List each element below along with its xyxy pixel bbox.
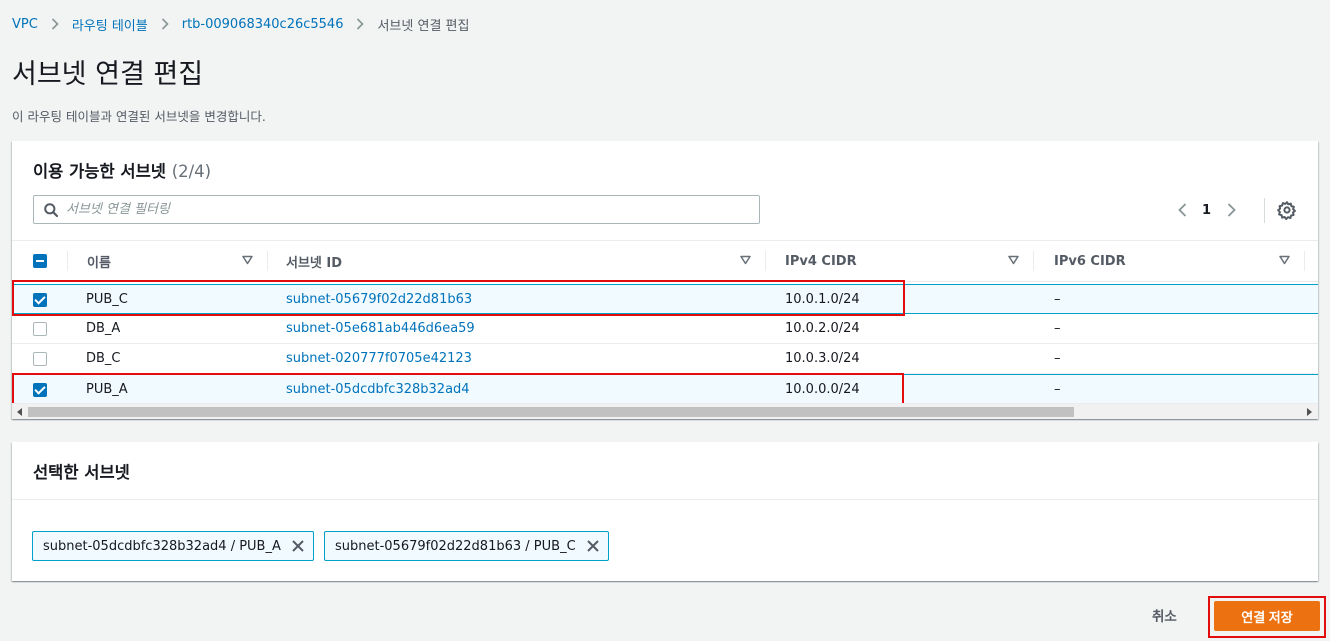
column-header-subnet-id[interactable]: 서브넷 ID [268, 241, 765, 281]
remove-token-button[interactable] [291, 539, 305, 553]
filter-box[interactable] [33, 195, 760, 224]
pagination: 1 [1172, 199, 1241, 221]
subnet-ipv4: 10.0.0.0/24 [785, 382, 860, 397]
subnet-ipv6: – [1054, 321, 1061, 336]
scroll-left-icon[interactable] [16, 408, 24, 416]
chevron-right-icon [51, 18, 59, 30]
available-subnets-count: (2/4) [171, 162, 212, 181]
scroll-right-icon[interactable] [1305, 408, 1313, 416]
cancel-button[interactable]: 취소 [1152, 605, 1177, 625]
close-icon [292, 540, 304, 552]
page-title: 서브넷 연결 편집 [12, 59, 204, 90]
sort-down-icon [740, 255, 751, 265]
previous-page-button[interactable] [1172, 199, 1192, 221]
chevron-right-icon [356, 18, 365, 30]
subnet-ipv6: – [1054, 382, 1061, 397]
column-header-ipv4-cidr-label: IPv4 CIDR [785, 253, 857, 269]
table-row[interactable]: DB_A subnet-05e681ab446d6ea59 10.0.2.0/2… [12, 314, 1318, 344]
breadcrumb: VPC 라우팅 테이블 rtb-009068340c26c5546 서브넷 연결… [12, 14, 469, 34]
available-subnets-panel: 이용 가능한 서브넷 (2/4) 1 이름 서브넷 ID [12, 141, 1318, 419]
save-associations-button[interactable]: 연결 저장 [1214, 601, 1320, 631]
chevron-right-icon [1227, 203, 1236, 217]
horizontal-scrollbar[interactable] [12, 403, 1318, 419]
scrollbar-thumb[interactable] [28, 407, 1074, 417]
row-checkbox[interactable] [33, 383, 47, 397]
column-header-ipv4-cidr[interactable]: IPv4 CIDR [766, 241, 1033, 281]
subnet-ipv4: 10.0.3.0/24 [785, 351, 860, 366]
subnet-name: PUB_C [86, 292, 128, 307]
selected-subnet-token: subnet-05dcdbfc328b32ad4 / PUB_A [32, 531, 314, 561]
settings-button[interactable] [1277, 200, 1297, 220]
sort-down-icon [1008, 255, 1019, 265]
selected-subnets-header: 선택한 서브넷 [12, 442, 1318, 500]
subnet-id-link[interactable]: subnet-020777f0705e42123 [286, 344, 472, 373]
remove-token-button[interactable] [586, 539, 600, 553]
column-header-subnet-id-label: 서브넷 ID [286, 255, 343, 271]
breadcrumb-current: 서브넷 연결 편집 [377, 18, 470, 34]
available-subnets-header: 이용 가능한 서브넷 (2/4) [33, 158, 211, 182]
gear-icon [1277, 201, 1296, 220]
table-row[interactable]: PUB_A subnet-05dcdbfc328b32ad4 10.0.0.0/… [12, 374, 1318, 404]
token-label: subnet-05679f02d22d81b63 / PUB_C [335, 538, 576, 554]
subnet-name: DB_A [86, 321, 121, 336]
subnet-ipv4: 10.0.2.0/24 [785, 321, 860, 336]
page-number[interactable]: 1 [1202, 203, 1211, 218]
breadcrumb-vpc[interactable]: VPC [12, 17, 38, 32]
subnet-ipv6: – [1054, 351, 1061, 366]
token-label: subnet-05dcdbfc328b32ad4 / PUB_A [43, 538, 281, 554]
table-row[interactable]: PUB_C subnet-05679f02d22d81b63 10.0.1.0/… [12, 284, 1318, 314]
next-page-button[interactable] [1221, 199, 1241, 221]
page-description: 이 라우팅 테이블과 연결된 서브넷을 변경합니다. [12, 109, 266, 124]
close-icon [586, 540, 599, 552]
subnet-id-link[interactable]: subnet-05e681ab446d6ea59 [286, 314, 475, 343]
row-checkbox[interactable] [33, 352, 47, 366]
chevron-right-icon [161, 18, 169, 30]
search-icon [44, 202, 58, 217]
pager-divider [1264, 198, 1265, 223]
column-header-name-label: 이름 [87, 255, 111, 271]
chevron-left-icon [1177, 203, 1186, 217]
row-checkbox[interactable] [33, 293, 47, 307]
breadcrumb-route-tables[interactable]: 라우팅 테이블 [72, 15, 148, 34]
table-row[interactable]: DB_C subnet-020777f0705e42123 10.0.3.0/2… [12, 344, 1318, 374]
subnet-ipv6: – [1054, 292, 1061, 307]
subnet-id-link[interactable]: subnet-05679f02d22d81b63 [286, 285, 472, 314]
column-header-ipv6-cidr-label: IPv6 CIDR [1054, 253, 1126, 269]
sort-down-icon [1279, 255, 1290, 265]
filter-input[interactable] [66, 202, 706, 217]
subnet-name: DB_C [86, 351, 121, 366]
table-header: 이름 서브넷 ID IPv4 CIDR IPv6 CIDR [12, 240, 1318, 282]
select-all-checkbox[interactable] [33, 254, 47, 268]
subnet-id-link[interactable]: subnet-05dcdbfc328b32ad4 [286, 375, 470, 404]
breadcrumb-route-table-id[interactable]: rtb-009068340c26c5546 [182, 17, 344, 32]
selected-subnets-panel: 선택한 서브넷 subnet-05dcdbfc328b32ad4 / PUB_A… [12, 442, 1318, 581]
selected-subnet-token: subnet-05679f02d22d81b63 / PUB_C [324, 531, 609, 561]
column-header-name[interactable]: 이름 [68, 241, 267, 281]
row-checkbox[interactable] [33, 322, 47, 336]
subnet-ipv4: 10.0.1.0/24 [785, 292, 860, 307]
column-header-ipv6-cidr[interactable]: IPv6 CIDR [1034, 241, 1304, 281]
subnet-name: PUB_A [86, 382, 128, 397]
available-subnets-title: 이용 가능한 서브넷 [33, 162, 166, 181]
column-divider [1304, 251, 1305, 271]
selected-subnets-title: 선택한 서브넷 [33, 463, 130, 482]
sort-down-icon [242, 255, 253, 265]
